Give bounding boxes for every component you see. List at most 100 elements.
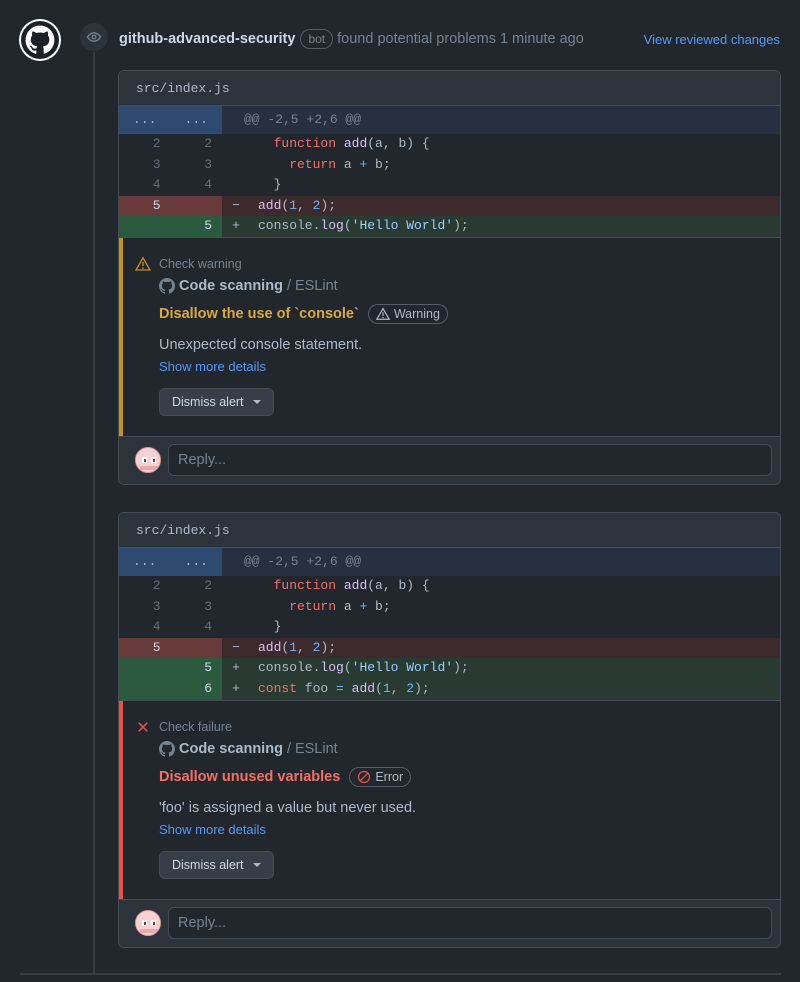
view-reviewed-changes-link[interactable]: View reviewed changes (644, 32, 780, 47)
diff-sign (222, 134, 250, 155)
stop-icon (357, 770, 371, 784)
code-token: = (336, 680, 344, 696)
code-token: ); (320, 639, 337, 655)
show-more-details-link[interactable]: Show more details (159, 822, 780, 837)
new-line-number[interactable] (170, 195, 222, 217)
alert-message: Unexpected console statement. (159, 336, 363, 353)
new-line-number[interactable]: 3 (171, 597, 223, 618)
new-line-number[interactable]: 2 (171, 576, 223, 597)
code-token: a (336, 156, 360, 172)
dismiss-alert-button[interactable]: Dismiss alert (159, 850, 274, 879)
code-token: foo (297, 680, 337, 696)
new-line-number[interactable] (170, 637, 222, 659)
alert-triangle-icon (375, 307, 390, 321)
alert-triangle-icon (135, 256, 151, 272)
user-avatar (135, 447, 161, 474)
new-line-number[interactable]: 5 (170, 216, 222, 237)
code-token: b; (367, 598, 391, 614)
bottom-divider (20, 973, 781, 975)
deleted-line: 5 − add(1, 2); (119, 195, 780, 217)
expand-down-button[interactable]: ... (170, 548, 222, 576)
old-line-number[interactable]: 4 (119, 175, 171, 196)
github-avatar[interactable] (19, 19, 61, 61)
old-line-number[interactable]: 4 (119, 617, 171, 638)
old-line-number[interactable] (119, 658, 171, 679)
diff-sign (222, 617, 250, 638)
tool-subname: ESLint (294, 740, 338, 757)
user-avatar (135, 910, 161, 937)
author-name[interactable]: github-advanced-security (119, 31, 295, 47)
diff-sign (222, 155, 250, 176)
old-line-number[interactable]: 3 (119, 597, 171, 618)
diff-sign (222, 576, 250, 597)
eye-badge (80, 23, 108, 51)
tool-subname: ESLint (294, 277, 338, 294)
github-octocat-icon (21, 21, 59, 59)
separator: / (286, 277, 291, 294)
show-more-details-link[interactable]: Show more details (159, 359, 780, 374)
rule-title[interactable]: Disallow unused variables (159, 769, 340, 785)
failure-bar (119, 700, 123, 899)
rule-line: Disallow unused variables Error (159, 766, 780, 787)
rule-line: Disallow the use of `console` Warning (159, 303, 780, 324)
old-line-number[interactable] (119, 216, 171, 237)
code-token: const (258, 680, 298, 696)
diff-sign (222, 175, 250, 196)
timeline-line (93, 52, 95, 974)
added-line: 6 + const foo = add(1, 2); (119, 678, 780, 700)
tool-name[interactable]: Code scanning (179, 741, 283, 757)
tool-name[interactable]: Code scanning (179, 278, 283, 294)
new-line-number[interactable]: 2 (171, 134, 223, 155)
new-line-number[interactable]: 6 (170, 678, 222, 700)
reply-input[interactable] (168, 444, 772, 477)
hunk-header-row: ... ... @@ -2,5 +2,6 @@ (119, 548, 780, 576)
expand-up-button[interactable]: ... (119, 548, 171, 576)
check-label: Check failure (135, 719, 232, 735)
code-scanning-alert: Check warning Code scanning / ESLint Dis… (119, 236, 780, 436)
file-name[interactable]: src/index.js (119, 71, 780, 106)
code-token: console. (258, 218, 321, 234)
diff-sign: + (232, 680, 240, 696)
code-token: ( (375, 680, 383, 696)
dismiss-alert-label: Dismiss alert (172, 857, 244, 872)
code-line: add(1, 2); (250, 638, 780, 659)
code-line: } (258, 177, 282, 193)
reply-input[interactable] (168, 907, 772, 940)
code-token: (a, b) { (367, 136, 430, 151)
hunk-header: @@ -2,5 +2,6 @@ (244, 112, 362, 127)
code-token: ( (343, 218, 352, 234)
old-line-number[interactable] (119, 678, 171, 700)
old-line-number[interactable]: 5 (119, 637, 171, 659)
review-thread: src/index.js ... ... @@ -2,5 +2,6 @@ 2 2… (118, 512, 781, 948)
old-line-number[interactable]: 2 (119, 576, 171, 597)
file-name[interactable]: src/index.js (119, 513, 780, 548)
diff-line: 2 2 function add(a, b) { (119, 576, 780, 597)
expand-up-button[interactable]: ... (119, 106, 171, 134)
diff-sign: + (232, 218, 240, 234)
new-line-number[interactable]: 3 (171, 155, 223, 176)
rule-title[interactable]: Disallow the use of `console` (159, 306, 359, 322)
hunk-header: @@ -2,5 +2,6 @@ (244, 554, 362, 569)
github-mark-icon (159, 740, 175, 757)
code-token: add (343, 578, 368, 593)
diff-sign (222, 597, 250, 618)
diff-sign: + (232, 660, 240, 676)
check-label: Check warning (135, 256, 242, 272)
code-token: ( (343, 660, 352, 676)
new-line-number[interactable]: 4 (171, 617, 223, 638)
old-line-number[interactable]: 5 (119, 195, 171, 217)
new-line-number[interactable]: 4 (171, 175, 223, 196)
added-line: 5 + console.log('Hello World'); (119, 216, 780, 237)
expand-down-button[interactable]: ... (170, 106, 222, 134)
old-line-number[interactable]: 3 (119, 155, 171, 176)
old-line-number[interactable]: 2 (119, 134, 171, 155)
x-icon (135, 719, 151, 735)
bot-badge: bot (300, 29, 334, 49)
github-mark-icon (159, 277, 175, 294)
code-token: add (258, 197, 282, 213)
new-line-number[interactable]: 5 (170, 658, 222, 679)
dismiss-alert-button[interactable]: Dismiss alert (159, 387, 274, 416)
eye-icon (86, 32, 102, 42)
code-token: 2 (406, 680, 415, 696)
